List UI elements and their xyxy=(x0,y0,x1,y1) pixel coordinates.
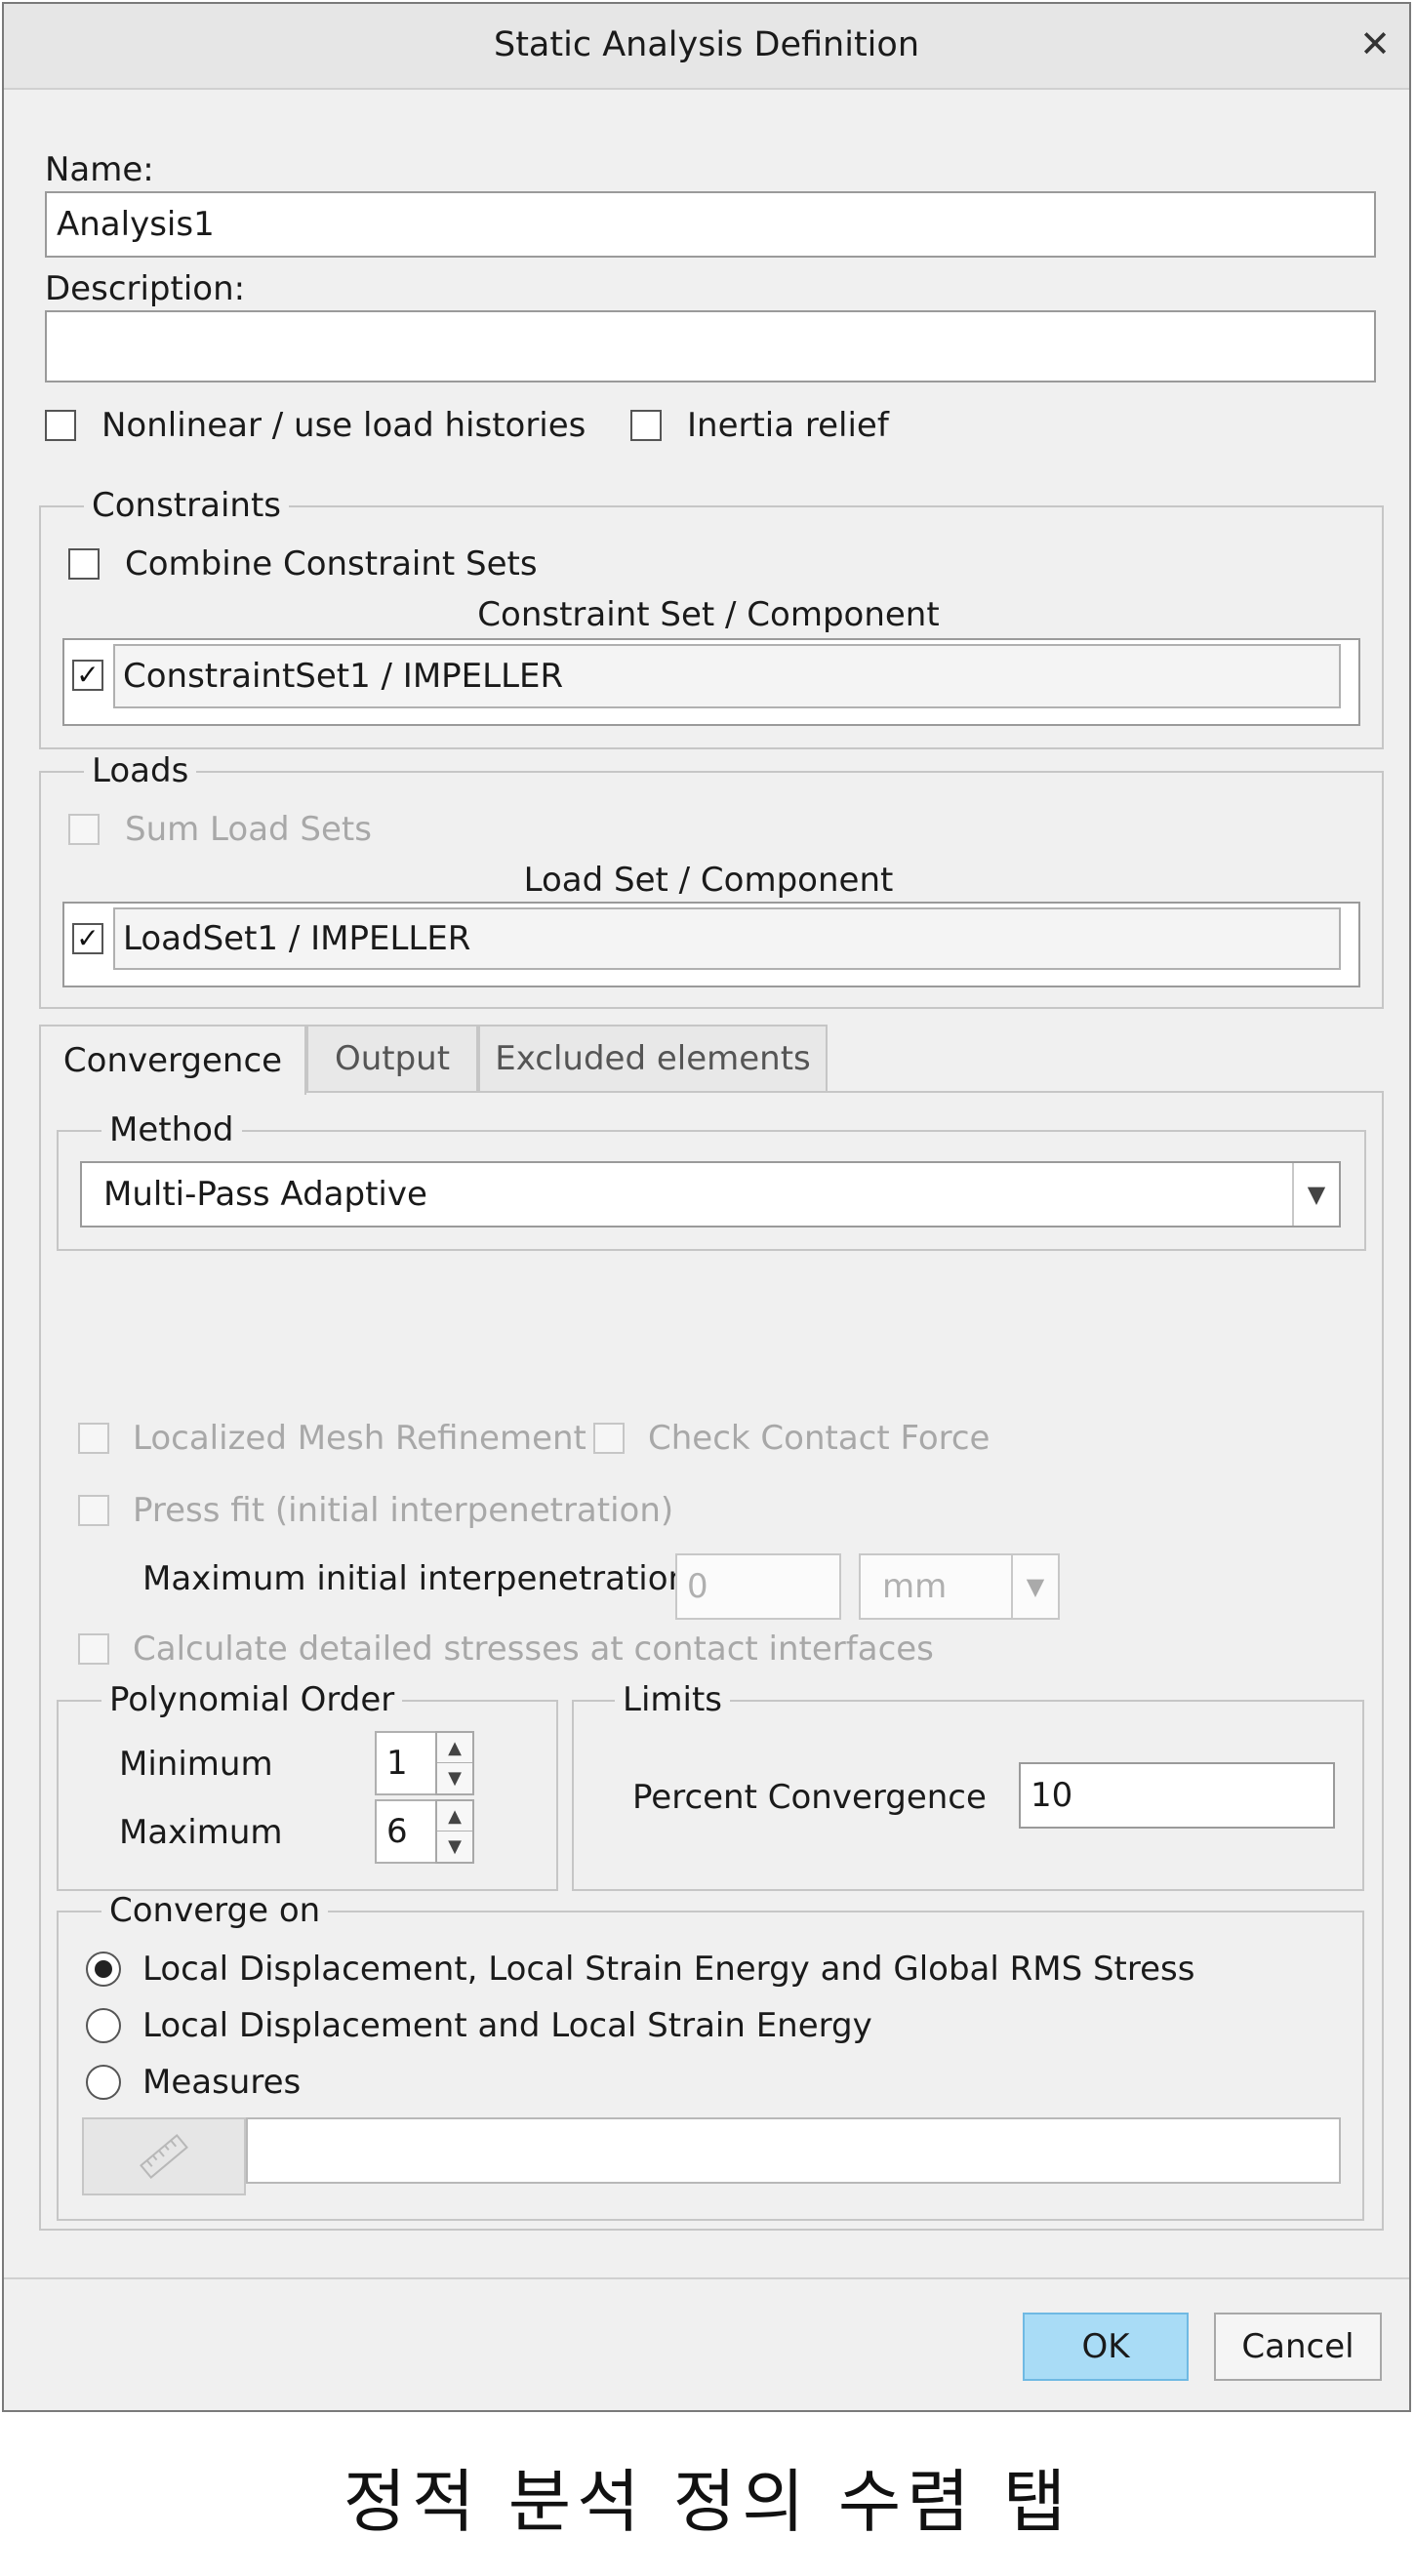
inertia-relief-label: Inertia relief xyxy=(687,406,889,445)
combine-constraint-sets-checkbox[interactable] xyxy=(68,548,100,580)
radio-option-3-label: Measures xyxy=(142,2063,302,2102)
maximum-value: 6 xyxy=(386,1812,408,1851)
ok-button[interactable]: OK xyxy=(1023,2313,1189,2381)
constraint-column-header: Constraint Set / Component xyxy=(477,595,940,634)
maximum-label: Maximum xyxy=(119,1813,283,1852)
percent-convergence-input[interactable]: 10 xyxy=(1019,1762,1335,1829)
minimum-spinner[interactable]: ▲ ▼ xyxy=(435,1731,474,1795)
maximum-input[interactable]: 6 xyxy=(375,1799,437,1864)
polynomial-order-title: Polynomial Order xyxy=(101,1680,403,1719)
press-fit-label: Press fit (initial interpenetration) xyxy=(133,1491,674,1530)
combine-constraint-sets-label: Combine Constraint Sets xyxy=(125,544,538,584)
interpenetration-unit-value: mm xyxy=(882,1567,948,1606)
spin-down-icon[interactable]: ▼ xyxy=(437,1763,472,1793)
static-analysis-dialog: Static Analysis Definition ✕ Name: Analy… xyxy=(2,2,1411,2412)
percent-convergence-value: 10 xyxy=(1031,1776,1073,1815)
chevron-down-icon[interactable]: ▼ xyxy=(1011,1555,1058,1618)
spin-up-icon[interactable]: ▲ xyxy=(437,1801,472,1831)
nonlinear-checkbox[interactable] xyxy=(45,410,76,441)
figure-caption: 정적 분석 정의 수렴 탭 xyxy=(343,2462,1072,2542)
constraint-set-checkbox[interactable]: ✓ xyxy=(72,660,103,691)
tab-output-label: Output xyxy=(334,1039,451,1078)
dialog-title: Static Analysis Definition xyxy=(493,25,919,64)
measures-input[interactable] xyxy=(246,2117,1341,2184)
tab-convergence-label: Convergence xyxy=(62,1041,283,1080)
method-select[interactable]: Multi-Pass Adaptive ▼ xyxy=(80,1161,1341,1228)
minimum-input[interactable]: 1 xyxy=(375,1731,437,1795)
inertia-relief-checkbox[interactable] xyxy=(630,410,662,441)
load-column-header: Load Set / Component xyxy=(523,861,894,900)
description-label: Description: xyxy=(45,269,246,308)
close-icon[interactable]: ✕ xyxy=(1351,20,1399,68)
minimum-label: Minimum xyxy=(119,1745,273,1784)
description-input[interactable] xyxy=(45,310,1376,382)
sum-load-sets-checkbox[interactable] xyxy=(68,814,100,845)
method-selected-value: Multi-Pass Adaptive xyxy=(103,1175,427,1214)
percent-convergence-label: Percent Convergence xyxy=(632,1778,987,1817)
tab-excluded-elements-label: Excluded elements xyxy=(495,1039,811,1078)
tab-convergence[interactable]: Convergence xyxy=(39,1025,306,1095)
name-label: Name: xyxy=(45,150,154,189)
cancel-button[interactable]: Cancel xyxy=(1214,2313,1382,2381)
measures-button[interactable] xyxy=(82,2117,246,2195)
radio-option-1[interactable] xyxy=(86,1952,121,1987)
name-input[interactable]: Analysis1 xyxy=(45,191,1376,258)
max-interpenetration-value: 0 xyxy=(687,1567,708,1606)
constraint-set-label: ConstraintSet1 / IMPELLER xyxy=(123,657,564,696)
radio-option-2[interactable] xyxy=(86,2008,121,2043)
sum-load-sets-label: Sum Load Sets xyxy=(125,810,372,849)
minimum-value: 1 xyxy=(386,1744,408,1783)
limits-title: Limits xyxy=(615,1680,730,1719)
localized-mesh-checkbox[interactable] xyxy=(78,1423,109,1454)
constraint-set-row[interactable]: ConstraintSet1 / IMPELLER xyxy=(113,644,1341,708)
spin-up-icon[interactable]: ▲ xyxy=(437,1733,472,1763)
load-set-row[interactable]: LoadSet1 / IMPELLER xyxy=(113,907,1341,970)
ruler-icon xyxy=(140,2134,188,2179)
calc-stresses-label: Calculate detailed stresses at contact i… xyxy=(133,1630,934,1669)
max-interpenetration-label: Maximum initial interpenetration xyxy=(142,1559,690,1598)
name-value: Analysis1 xyxy=(57,205,215,244)
load-set-label: LoadSet1 / IMPELLER xyxy=(123,919,471,958)
chevron-down-icon[interactable]: ▼ xyxy=(1292,1163,1339,1226)
interpenetration-unit-select[interactable]: mm ▼ xyxy=(859,1553,1060,1620)
spin-down-icon[interactable]: ▼ xyxy=(437,1831,472,1862)
constraints-title: Constraints xyxy=(84,486,289,525)
cancel-button-label: Cancel xyxy=(1241,2327,1354,2366)
footer-separator xyxy=(4,2277,1409,2279)
tab-output[interactable]: Output xyxy=(306,1025,478,1091)
loads-title: Loads xyxy=(84,751,197,790)
radio-selected-dot xyxy=(95,1960,112,1978)
converge-on-title: Converge on xyxy=(101,1891,329,1930)
max-interpenetration-input[interactable]: 0 xyxy=(675,1553,841,1620)
press-fit-checkbox[interactable] xyxy=(78,1495,109,1526)
title-bar[interactable]: Static Analysis Definition ✕ xyxy=(4,4,1409,90)
localized-mesh-label: Localized Mesh Refinement xyxy=(133,1419,586,1458)
radio-option-1-label: Local Displacement, Local Strain Energy … xyxy=(142,1950,1195,1989)
radio-option-2-label: Local Displacement and Local Strain Ener… xyxy=(142,2006,872,2045)
calc-stresses-checkbox[interactable] xyxy=(78,1633,109,1665)
nonlinear-label: Nonlinear / use load histories xyxy=(101,406,586,445)
load-set-checkbox[interactable]: ✓ xyxy=(72,923,103,954)
maximum-spinner[interactable]: ▲ ▼ xyxy=(435,1799,474,1864)
check-contact-force-checkbox[interactable] xyxy=(593,1423,625,1454)
tab-excluded-elements[interactable]: Excluded elements xyxy=(478,1025,828,1091)
ok-button-label: OK xyxy=(1081,2327,1130,2366)
polynomial-order-group xyxy=(57,1700,558,1891)
radio-option-3[interactable] xyxy=(86,2065,121,2100)
check-contact-force-label: Check Contact Force xyxy=(648,1419,990,1458)
method-title: Method xyxy=(101,1110,242,1149)
